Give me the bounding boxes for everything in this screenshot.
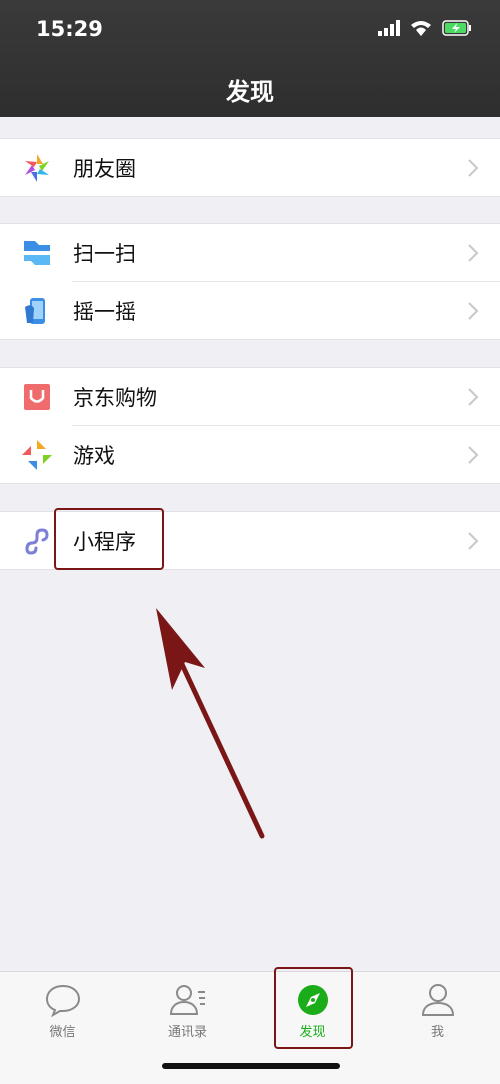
page-title: 发现 — [226, 78, 274, 106]
status-indicators — [378, 20, 472, 36]
menu-item-scan[interactable]: 扫一扫 — [0, 224, 500, 281]
scan-icon — [24, 241, 50, 265]
menu-group-1: 朋友圈 — [0, 138, 500, 197]
tab-label: 通讯录 — [167, 1025, 207, 1040]
menu-item-label: 扫一扫 — [73, 242, 136, 266]
signal-icon — [378, 20, 400, 36]
chevron-right-icon — [468, 446, 479, 464]
chevron-right-icon — [468, 388, 479, 406]
annotation-highlight-mini-program — [54, 508, 164, 570]
battery-charging-icon — [442, 20, 471, 36]
annotation-highlight-discover-tab — [274, 967, 353, 1049]
menu-item-jd-shopping[interactable]: 京东购物 — [0, 368, 500, 425]
menu-group-3: 京东购物 游戏 — [0, 367, 500, 484]
tab-contacts[interactable]: 通讯录 — [125, 972, 250, 1052]
games-icon — [22, 440, 52, 470]
menu-item-label: 游戏 — [73, 444, 115, 468]
menu-item-games[interactable]: 游戏 — [0, 425, 500, 483]
menu-item-label: 京东购物 — [73, 386, 157, 410]
status-time: 15:29 — [36, 17, 103, 41]
tab-label: 微信 — [49, 1025, 76, 1040]
mini-program-icon — [25, 528, 49, 555]
tab-me[interactable]: 我 — [375, 972, 500, 1052]
menu-item-moments[interactable]: 朋友圈 — [0, 139, 500, 196]
chevron-right-icon — [468, 302, 479, 320]
shake-icon — [25, 298, 45, 324]
nav-header: 15:29 发现 — [0, 0, 500, 117]
chat-bubble-icon — [45, 984, 81, 1018]
tab-chats[interactable]: 微信 — [0, 972, 125, 1052]
wifi-icon — [411, 21, 431, 36]
menu-group-2: 扫一扫 摇一摇 — [0, 223, 500, 340]
tab-label: 我 — [430, 1025, 444, 1040]
contacts-icon — [169, 985, 205, 1015]
person-icon — [421, 984, 455, 1016]
chevron-right-icon — [468, 244, 479, 262]
moments-icon — [25, 154, 49, 182]
menu-item-label: 摇一摇 — [73, 300, 136, 324]
home-indicator — [162, 1063, 340, 1069]
chevron-right-icon — [468, 532, 479, 550]
menu-item-label: 朋友圈 — [73, 157, 136, 181]
chevron-right-icon — [468, 159, 479, 177]
jd-shopping-icon — [24, 384, 50, 410]
menu-item-shake[interactable]: 摇一摇 — [0, 281, 500, 339]
